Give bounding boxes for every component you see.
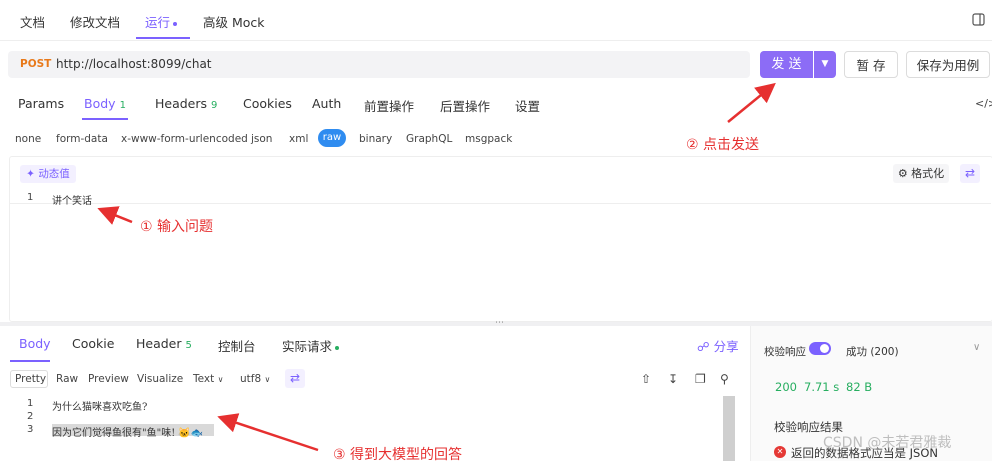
fmt-utf8-label: utf8 <box>240 373 262 385</box>
resp-tab-header-label: Header <box>136 336 182 351</box>
resp-body-indicator <box>10 360 50 362</box>
chevron-down-icon: ∨ <box>217 375 224 384</box>
annotation-get-answer: ③ 得到大模型的回答 <box>333 447 463 463</box>
drag-handle-icon[interactable]: ⋯ <box>495 318 504 328</box>
error-icon: ✕ <box>774 446 786 458</box>
scroll-top-icon[interactable]: ⇧ <box>641 372 651 386</box>
fmt-raw[interactable]: Raw <box>56 373 78 385</box>
collapse-chevron-icon[interactable]: ∨ <box>973 342 980 353</box>
fmt-preview[interactable]: Preview <box>88 373 129 385</box>
annotation-click-send: ② 点击发送 <box>686 137 760 153</box>
download-icon[interactable]: ↧ <box>668 372 678 386</box>
fmt-text-label: Text <box>193 373 215 385</box>
resp-tab-header[interactable]: Header 5 <box>136 336 192 351</box>
toggle-knob <box>820 344 829 353</box>
arrow-send <box>727 82 776 123</box>
fmt-text-select[interactable]: Text ∨ <box>193 373 223 385</box>
share-label: 分享 <box>713 339 739 354</box>
watermark: CSDN @未若君雅裁 <box>823 435 952 451</box>
response-time: 7.71 s <box>804 380 840 394</box>
resp-line-text[interactable]: 因为它们觉得鱼很有"鱼"味! 🐱🐟 <box>52 424 203 439</box>
arrow-input <box>97 206 133 225</box>
status-success: 成功 (200) <box>846 346 899 358</box>
chevron-down-icon: ∨ <box>264 375 271 384</box>
search-icon[interactable]: ⚲ <box>720 372 729 386</box>
resp-tab-actual-request[interactable]: 实际请求 <box>282 336 340 355</box>
resp-tab-cookie[interactable]: Cookie <box>72 336 114 351</box>
share-button[interactable]: ☍ 分享 <box>697 336 739 355</box>
status-code: 200 <box>775 380 797 394</box>
copy-icon[interactable]: ❐ <box>695 372 706 386</box>
validate-label: 校验响应 <box>764 346 806 358</box>
header-count: 5 <box>185 340 192 351</box>
resp-tab-console[interactable]: 控制台 <box>218 336 256 355</box>
annotation-input-question: ① 输入问题 <box>140 219 214 235</box>
response-scrollbar[interactable] <box>723 396 735 461</box>
arrow-answer <box>217 413 319 452</box>
resp-wrap-icon[interactable]: ⇄ <box>285 369 305 388</box>
validate-toggle[interactable] <box>809 342 831 355</box>
actual-dot <box>335 345 340 350</box>
response-size: 82 B <box>846 380 873 394</box>
resp-line-number: 1 <box>27 398 34 409</box>
resp-line-number: 2 <box>27 411 34 422</box>
fmt-utf8-select[interactable]: utf8 ∨ <box>240 373 270 385</box>
fmt-pretty[interactable]: Pretty <box>15 373 46 385</box>
resp-tab-body[interactable]: Body <box>19 336 51 351</box>
resp-line-number: 3 <box>27 424 34 435</box>
resp-line-text[interactable]: 为什么猫咪喜欢吃鱼? <box>52 398 147 413</box>
share-icon: ☍ <box>697 339 714 354</box>
resp-tab-actual-label: 实际请求 <box>282 339 333 354</box>
response-meta-panel: 校验响应 成功 (200) ∨ 200 7.71 s 82 B 校验响应结果 ✕… <box>750 326 992 461</box>
fmt-visualize[interactable]: Visualize <box>137 373 183 385</box>
